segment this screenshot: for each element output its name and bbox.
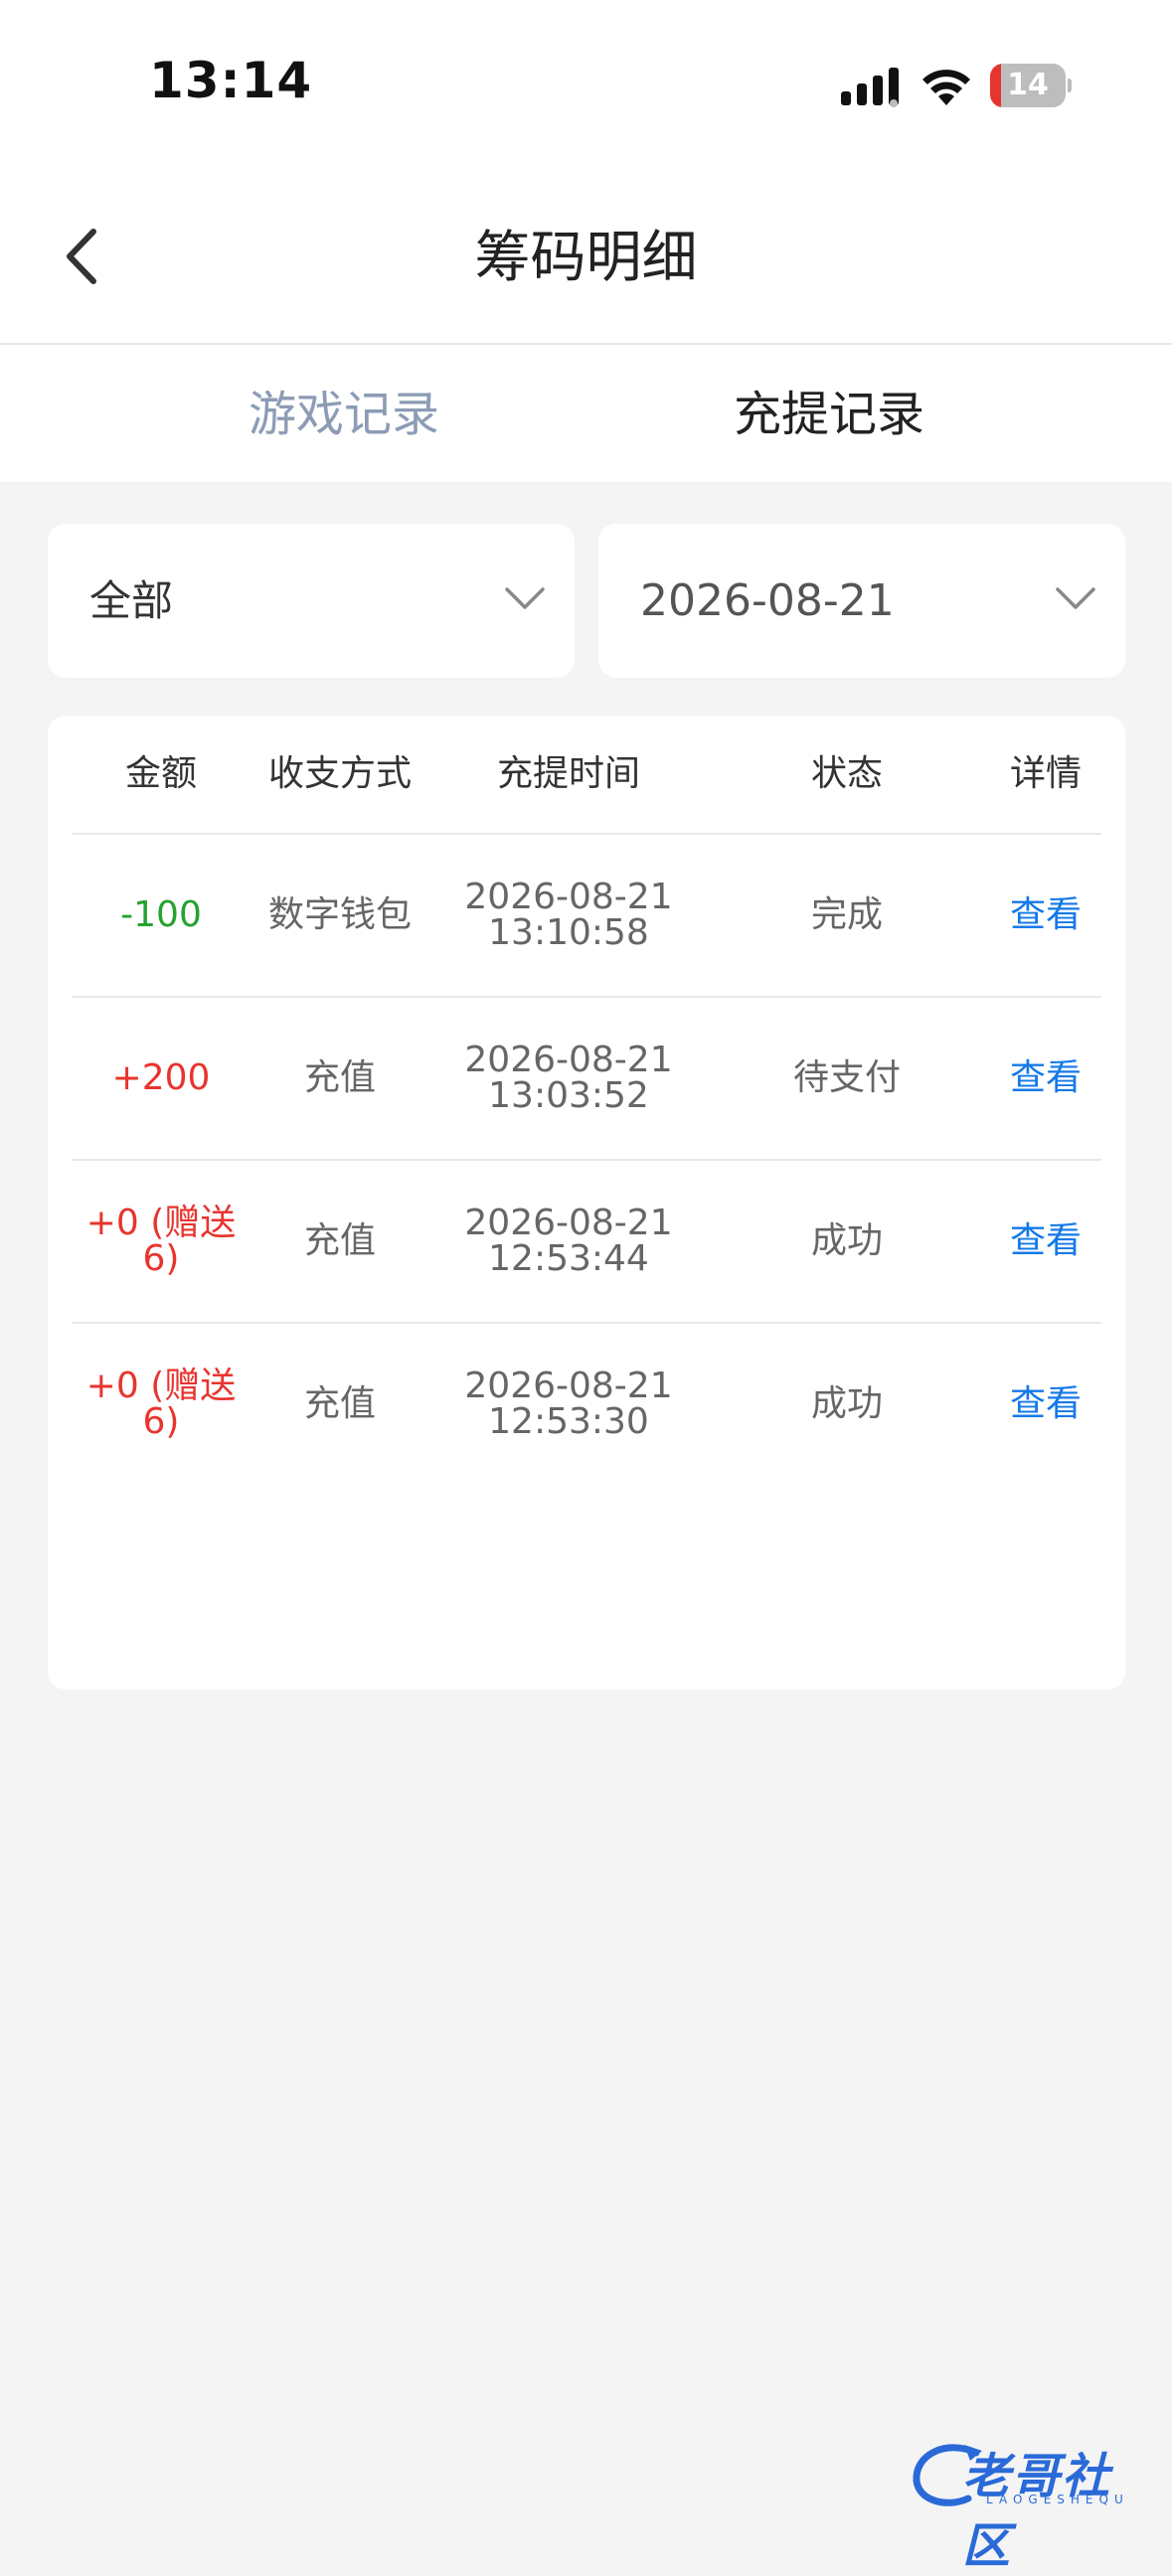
view-detail-link[interactable]: 查看 bbox=[966, 998, 1125, 1159]
time-cell: 2026-08-21 12:53:30 bbox=[464, 1366, 673, 1442]
table-row: +0 (赠送 6) 充值 2026-08-21 12:53:44 成功 查看 bbox=[72, 1161, 1101, 1324]
status-cell: 成功 bbox=[810, 1383, 883, 1424]
date-filter-dropdown[interactable]: 2026-08-21 bbox=[598, 524, 1125, 678]
status-bar: 13:14 14 bbox=[0, 0, 1172, 174]
status-cell: 完成 bbox=[810, 894, 883, 935]
header-method: 收支方式 bbox=[267, 753, 412, 794]
table-row: +0 (赠送 6) 充值 2026-08-21 12:53:30 成功 查看 bbox=[72, 1324, 1101, 1485]
view-detail-link[interactable]: 查看 bbox=[966, 1161, 1125, 1322]
header-detail: 详情 bbox=[1009, 753, 1082, 794]
amount-cell: +0 (赠送 6) bbox=[85, 1366, 237, 1442]
time-cell: 2026-08-21 13:03:52 bbox=[464, 1040, 673, 1116]
status-cell: 成功 bbox=[810, 1220, 883, 1261]
battery-level: 14 bbox=[1007, 68, 1049, 102]
amount-cell: +200 bbox=[111, 1057, 211, 1098]
wifi-icon bbox=[922, 70, 970, 105]
time-cell: 2026-08-21 12:53:44 bbox=[464, 1203, 673, 1279]
tab-bar: 游戏记录 充提记录 bbox=[0, 345, 1172, 482]
type-filter-dropdown[interactable]: 全部 bbox=[48, 524, 575, 678]
watermark-text: 老哥社区 bbox=[962, 2449, 1112, 2574]
header-status: 状态 bbox=[810, 753, 883, 794]
method-cell: 充值 bbox=[303, 1057, 376, 1098]
table-header: 金额 收支方式 充提时间 状态 详情 bbox=[72, 716, 1101, 835]
status-cell: 待支付 bbox=[792, 1057, 901, 1098]
method-cell: 数字钱包 bbox=[267, 894, 412, 935]
table-row: -100 数字钱包 2026-08-21 13:10:58 完成 查看 bbox=[72, 835, 1101, 998]
nav-bar: 筹码明细 bbox=[0, 174, 1172, 345]
records-table: 金额 收支方式 充提时间 状态 详情 -100 数字钱包 2026-08-21 1… bbox=[48, 716, 1125, 1690]
page-title: 筹码明细 bbox=[474, 226, 698, 290]
header-time: 充提时间 bbox=[496, 753, 640, 794]
tab-game-records[interactable]: 游戏记录 bbox=[249, 385, 439, 444]
type-filter-value: 全部 bbox=[89, 576, 174, 625]
header-amount: 金额 bbox=[124, 753, 197, 794]
table-row: +200 充值 2026-08-21 13:03:52 待支付 查看 bbox=[72, 998, 1101, 1161]
view-detail-link[interactable]: 查看 bbox=[966, 1324, 1125, 1485]
chevron-down-icon bbox=[1056, 587, 1095, 609]
time-cell: 2026-08-21 13:10:58 bbox=[464, 877, 673, 953]
tab-recharge-records[interactable]: 充提记录 bbox=[734, 385, 924, 444]
date-filter-value: 2026-08-21 bbox=[640, 575, 895, 626]
status-time: 13:14 bbox=[149, 52, 313, 109]
cellular-signal-icon bbox=[841, 68, 899, 107]
amount-cell: -100 bbox=[120, 894, 202, 935]
view-detail-link[interactable]: 查看 bbox=[966, 835, 1125, 996]
chevron-down-icon bbox=[505, 587, 545, 609]
method-cell: 充值 bbox=[303, 1383, 376, 1424]
watermark-subtext: LAOGESHEQU bbox=[986, 2493, 1129, 2506]
watermark-logo: 老哥社区 LAOGESHEQU bbox=[907, 2435, 1155, 2574]
amount-cell: +0 (赠送 6) bbox=[85, 1203, 237, 1279]
battery-icon: 14 bbox=[990, 64, 1072, 107]
method-cell: 充值 bbox=[303, 1220, 376, 1261]
